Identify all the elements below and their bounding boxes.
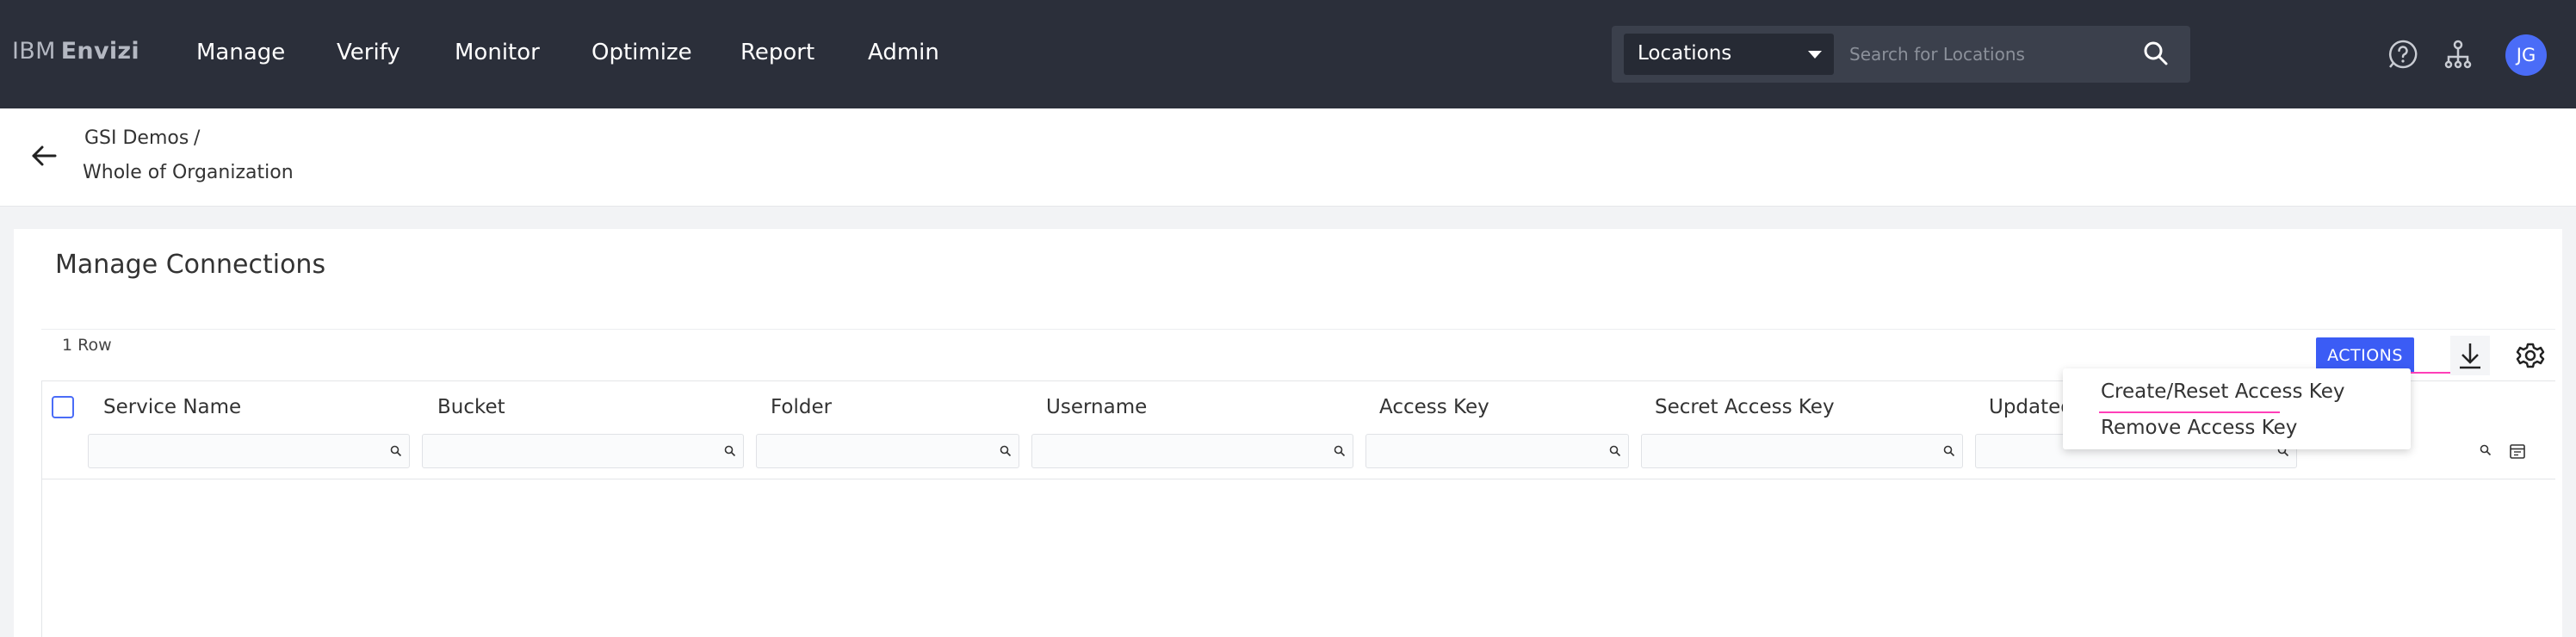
breadcrumb-parent[interactable]: GSI Demos [84,127,189,149]
search-icon [390,445,402,457]
page-header: GSI Demos / Whole of Organization [0,108,2576,207]
brand-logo[interactable]: IBM Envizi [12,38,139,65]
download-icon [2460,343,2480,369]
column-header-folder[interactable]: Folder [771,396,832,418]
location-search-box: Locations [1612,26,2190,83]
grid-border-left [41,380,42,637]
toolbar-divider [41,329,2555,330]
download-button[interactable] [2450,336,2490,375]
filter-service-name[interactable] [88,434,410,468]
back-arrow-icon[interactable] [29,141,59,170]
help-icon[interactable] [2387,38,2419,71]
breadcrumb-current: Whole of Organization [83,162,294,183]
actions-dropdown-menu: Create/Reset Access Key Remove Access Ke… [2063,368,2411,449]
caret-down-icon [1808,51,1822,59]
filter-username[interactable] [1031,434,1353,468]
nav-item-verify[interactable]: Verify [337,40,400,65]
filter-access-key[interactable] [1365,434,1629,468]
nav-item-admin[interactable]: Admin [868,40,939,65]
gear-icon [2516,343,2545,368]
filter-secret-access-key[interactable] [1641,434,1963,468]
search-input[interactable] [1849,34,2133,74]
filter-folder[interactable] [756,434,1019,468]
filter-bucket[interactable] [422,434,744,468]
search-icon [724,445,736,457]
settings-button[interactable] [2511,336,2550,375]
calendar-icon[interactable] [2509,442,2526,460]
search-icon [1334,445,1346,457]
search-icon [1000,445,1012,457]
nav-item-monitor[interactable]: Monitor [455,40,540,65]
page-title: Manage Connections [55,250,326,280]
search-icon[interactable] [2142,40,2170,67]
menu-item-remove-access-key[interactable]: Remove Access Key [2101,417,2297,439]
menu-item-create-reset-access-key[interactable]: Create/Reset Access Key [2101,380,2344,403]
top-navigation-bar: IBM Envizi Manage Verify Monitor Optimize… [0,0,2576,108]
column-header-username[interactable]: Username [1046,396,1147,418]
location-type-value: Locations [1638,42,1732,65]
breadcrumb-separator: / [194,127,201,149]
row-count: 1 Row [62,336,112,355]
brand-prefix: IBM [12,38,56,65]
brand-name: Envizi [60,38,139,65]
select-all-checkbox[interactable] [52,396,74,418]
hierarchy-icon[interactable] [2442,38,2474,71]
nav-item-optimize[interactable]: Optimize [591,40,692,65]
column-header-service-name[interactable]: Service Name [103,396,241,418]
nav-item-manage[interactable]: Manage [196,40,285,65]
search-icon[interactable] [2480,444,2492,456]
column-header-access-key[interactable]: Access Key [1379,396,1489,418]
nav-item-report[interactable]: Report [740,40,814,65]
user-avatar[interactable]: JG [2505,34,2547,76]
search-icon [1609,445,1621,457]
column-header-bucket[interactable]: Bucket [437,396,505,418]
column-header-updated[interactable]: Updated [1989,396,2073,418]
search-icon [1943,445,1955,457]
location-type-select[interactable]: Locations [1624,34,1834,75]
highlight-underline [2099,411,2280,413]
column-header-secret-access-key[interactable]: Secret Access Key [1655,396,1835,418]
